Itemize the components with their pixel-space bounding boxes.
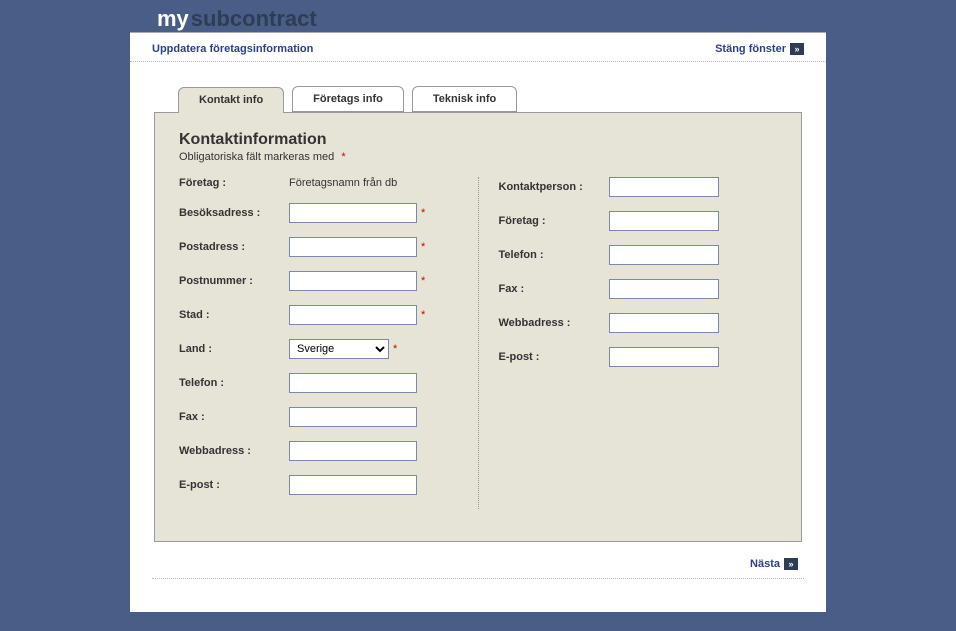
label-company-r: Företag : — [499, 215, 609, 227]
required-asterisk-icon: * — [421, 241, 425, 253]
input-city[interactable] — [289, 305, 417, 325]
label-email: E-post : — [179, 479, 289, 491]
required-asterisk-icon: * — [421, 207, 425, 219]
label-post-address: Postadress : — [179, 241, 289, 253]
row-fax: Fax : — [179, 407, 458, 427]
input-contact-person[interactable] — [609, 177, 719, 197]
required-asterisk-icon: * — [393, 343, 397, 355]
label-company: Företag : — [179, 177, 289, 189]
tab-foretags-info[interactable]: Företags info — [292, 86, 404, 112]
tab-label: Teknisk info — [433, 93, 496, 105]
row-email: E-post : — [179, 475, 458, 495]
logo-bar: mysubcontract — [0, 0, 956, 32]
input-visit-address[interactable] — [289, 203, 417, 223]
label-fax: Fax : — [179, 411, 289, 423]
close-window-label: Stäng fönster — [715, 43, 786, 55]
panel-header: Uppdatera företagsinformation Stäng föns… — [130, 33, 826, 62]
input-email-r[interactable] — [609, 347, 719, 367]
next-link[interactable]: Nästa » — [750, 558, 798, 570]
form-columns: Företag : Företagsnamn från db Besöksadr… — [179, 177, 777, 509]
next-label: Nästa — [750, 558, 780, 570]
app-logo: mysubcontract — [155, 6, 317, 31]
label-country: Land : — [179, 343, 289, 355]
logo-suffix: subcontract — [191, 6, 317, 31]
next-arrow-icon: » — [784, 558, 798, 570]
form-box: Kontaktinformation Obligatoriska fält ma… — [154, 112, 802, 542]
row-country: Land : Sverige * — [179, 339, 458, 359]
left-column: Företag : Företagsnamn från db Besöksadr… — [179, 177, 479, 509]
form-title: Kontaktinformation — [179, 131, 777, 149]
row-web: Webbadress : — [179, 441, 458, 461]
row-fax-r: Fax : — [499, 279, 778, 299]
form-subtitle-text: Obligatoriska fält markeras med — [179, 151, 337, 163]
row-web-r: Webbadress : — [499, 313, 778, 333]
footer-divider — [152, 578, 804, 579]
right-column: Kontaktperson : Företag : Telefon : Fax … — [479, 177, 778, 509]
input-email[interactable] — [289, 475, 417, 495]
required-asterisk-icon: * — [421, 275, 425, 287]
label-web-r: Webbadress : — [499, 317, 609, 329]
row-zip: Postnummer : * — [179, 271, 458, 291]
form-subtitle: Obligatoriska fält markeras med * — [179, 151, 777, 163]
input-post-address[interactable] — [289, 237, 417, 257]
label-contact-person: Kontaktperson : — [499, 181, 609, 193]
logo-prefix: my — [155, 6, 191, 32]
label-city: Stad : — [179, 309, 289, 321]
tab-label: Företags info — [313, 93, 383, 105]
row-city: Stad : * — [179, 305, 458, 325]
label-web: Webbadress : — [179, 445, 289, 457]
row-phone: Telefon : — [179, 373, 458, 393]
row-company: Företag : Företagsnamn från db — [179, 177, 458, 189]
input-phone[interactable] — [289, 373, 417, 393]
tab-bar: Kontakt info Företags info Teknisk info — [178, 86, 826, 112]
label-email-r: E-post : — [499, 351, 609, 363]
tab-label: Kontakt info — [199, 94, 263, 106]
label-phone-r: Telefon : — [499, 249, 609, 261]
select-country[interactable]: Sverige — [289, 339, 389, 359]
row-contact-person: Kontaktperson : — [499, 177, 778, 197]
input-web[interactable] — [289, 441, 417, 461]
close-arrow-icon: » — [790, 43, 804, 55]
input-company-r[interactable] — [609, 211, 719, 231]
input-web-r[interactable] — [609, 313, 719, 333]
input-fax[interactable] — [289, 407, 417, 427]
required-asterisk-icon: * — [341, 151, 345, 163]
footer-bar: Nästa » — [130, 548, 826, 570]
tab-kontakt-info[interactable]: Kontakt info — [178, 87, 284, 113]
value-company: Företagsnamn från db — [289, 177, 397, 189]
row-visit-address: Besöksadress : * — [179, 203, 458, 223]
row-company-r: Företag : — [499, 211, 778, 231]
label-fax-r: Fax : — [499, 283, 609, 295]
main-panel: Uppdatera företagsinformation Stäng föns… — [130, 32, 826, 612]
page-title: Uppdatera företagsinformation — [152, 43, 313, 55]
label-zip: Postnummer : — [179, 275, 289, 287]
tab-teknisk-info[interactable]: Teknisk info — [412, 86, 517, 112]
row-phone-r: Telefon : — [499, 245, 778, 265]
row-post-address: Postadress : * — [179, 237, 458, 257]
input-phone-r[interactable] — [609, 245, 719, 265]
label-phone: Telefon : — [179, 377, 289, 389]
input-fax-r[interactable] — [609, 279, 719, 299]
label-visit-address: Besöksadress : — [179, 207, 289, 219]
close-window-link[interactable]: Stäng fönster » — [715, 43, 804, 55]
input-zip[interactable] — [289, 271, 417, 291]
row-email-r: E-post : — [499, 347, 778, 367]
required-asterisk-icon: * — [421, 309, 425, 321]
